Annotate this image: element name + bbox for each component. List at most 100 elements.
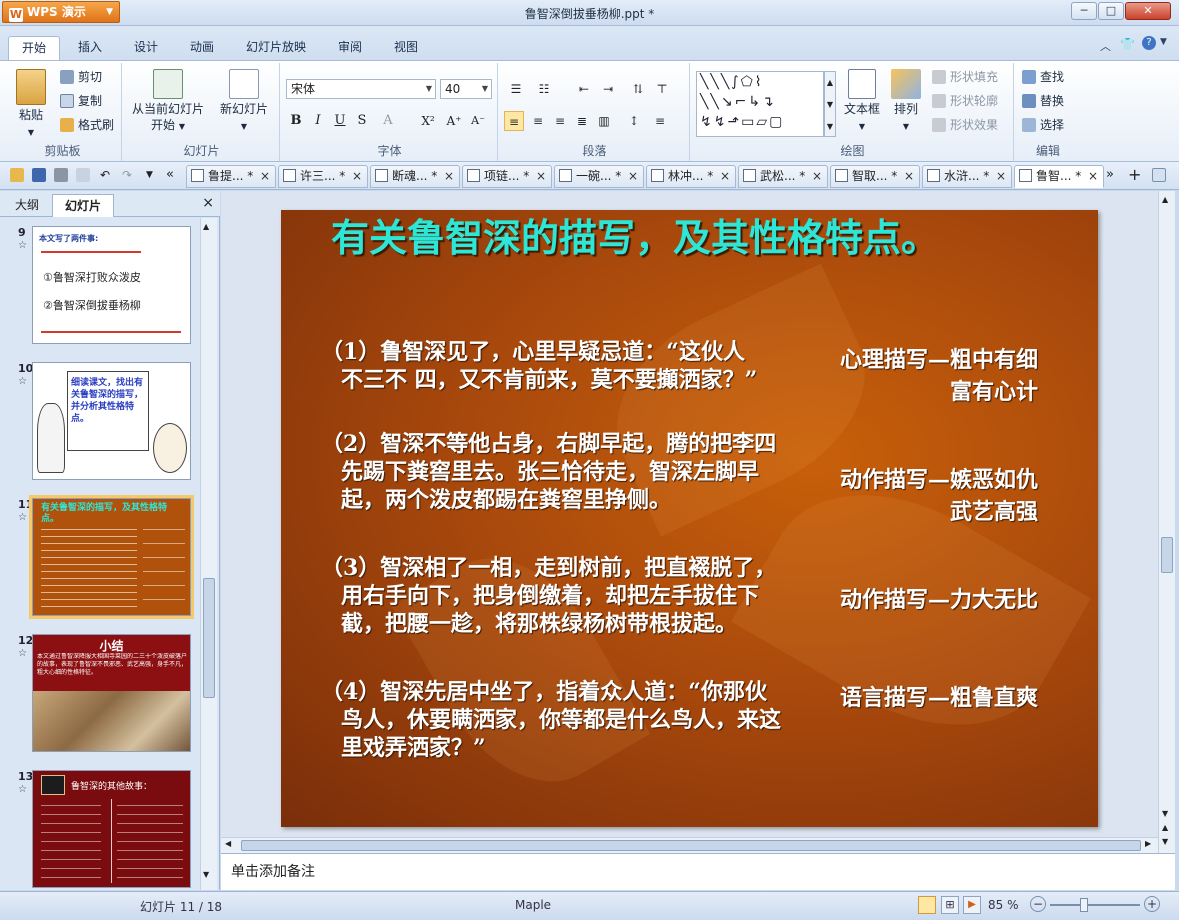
close-button[interactable]: ✕ xyxy=(1125,2,1171,20)
bold-button[interactable]: B xyxy=(286,111,306,131)
shape-outline-button[interactable]: 形状轮廓 xyxy=(932,91,998,111)
slide-thumbnail[interactable]: 细读课文，找出有关鲁智深的描写，并分析其性格特点。 xyxy=(32,362,191,480)
help-dropdown-icon[interactable]: ▼ xyxy=(1160,37,1167,47)
decrease-indent-icon[interactable]: ⇤ xyxy=(574,79,594,99)
save-icon[interactable] xyxy=(32,168,46,182)
grow-font-button[interactable]: A⁺ xyxy=(444,111,464,131)
previous-slide-icon[interactable]: ▲ xyxy=(1162,823,1168,832)
close-icon[interactable]: × xyxy=(904,166,914,187)
slide-paragraph[interactable]: （4）智深先居中坐了，指着众人道：“你那伙鸟人，休要瞒洒家，你等都是什么鸟人，来… xyxy=(321,678,781,762)
play-from-current-button[interactable]: 从当前幻灯片 开始 ▼ xyxy=(128,69,208,135)
distribute-icon[interactable]: ▥ xyxy=(594,111,614,131)
shrink-font-button[interactable]: A⁻ xyxy=(468,111,488,131)
minimize-button[interactable]: ─ xyxy=(1071,2,1097,20)
tab-animation[interactable]: 动画 xyxy=(178,36,226,60)
notes-pane[interactable]: 单击添加备注 xyxy=(221,853,1175,890)
scroll-thumb[interactable] xyxy=(241,840,1141,851)
slideshow-play-icon[interactable]: ▶ xyxy=(963,896,981,914)
replace-button[interactable]: 替换 xyxy=(1022,91,1064,111)
align-right-icon[interactable]: ≡ xyxy=(550,111,570,131)
doc-tab[interactable]: 项链... * × xyxy=(462,165,552,188)
scroll-thumb[interactable] xyxy=(203,578,215,698)
shapes-gallery-scroll[interactable]: ▲ ▼ ▼ xyxy=(824,71,836,137)
close-icon[interactable]: × xyxy=(1088,166,1098,187)
justify-icon[interactable]: ≣ xyxy=(572,111,592,131)
skin-icon[interactable]: 👕 xyxy=(1120,37,1135,51)
description-note[interactable]: 动作描写—力大无比 xyxy=(738,584,1038,616)
description-note[interactable]: 心理描写—粗中有细 富有心计 xyxy=(738,344,1038,408)
tab-slideshow[interactable]: 幻灯片放映 xyxy=(236,36,316,60)
new-tab-icon[interactable]: + xyxy=(1128,167,1142,183)
arrange-button[interactable]: 排列 ▼ xyxy=(886,69,926,135)
paste-button[interactable]: 粘贴 ▼ xyxy=(10,69,52,141)
slide-thumbnail[interactable]: 鲁智深的其他故事： xyxy=(32,770,191,888)
slide-paragraph[interactable]: （2）智深不等他占身，右脚早起，腾的把李四先踢下粪窖里去。张三恰待走，智深左脚早… xyxy=(321,430,781,514)
redo-icon[interactable]: ↷ xyxy=(122,168,136,182)
underline-button[interactable]: U xyxy=(330,111,350,131)
close-icon[interactable]: × xyxy=(996,166,1006,187)
scroll-thumb[interactable] xyxy=(1161,537,1173,573)
tabs-scroll-left-icon[interactable]: « xyxy=(166,168,180,182)
slide-paragraph[interactable]: （3）智深相了一相，走到树前，把直裰脱了，用右手向下，把身倒缴着，却把左手拔住下… xyxy=(321,554,781,638)
paragraph-spacing-icon[interactable]: ≡ xyxy=(650,111,670,131)
window-list-icon[interactable] xyxy=(1152,168,1166,182)
line-spacing-icon[interactable]: ↕ xyxy=(624,111,644,131)
font-color-button[interactable]: A xyxy=(378,111,398,131)
vertical-scrollbar[interactable]: ▲ ▼ ▲ ▼ xyxy=(1158,191,1175,853)
tab-outline[interactable]: 大纲 xyxy=(4,194,50,217)
tabs-scroll-right-icon[interactable]: » xyxy=(1106,168,1120,182)
scroll-up-icon[interactable]: ▲ xyxy=(1162,195,1168,204)
new-slide-button[interactable]: 新幻灯片 ▼ xyxy=(214,69,274,135)
slide-sorter-icon[interactable]: ⊞ xyxy=(941,896,959,914)
description-note[interactable]: 动作描写—嫉恶如仇 武艺高强 xyxy=(738,464,1038,528)
bullets-icon[interactable]: ☰ xyxy=(506,79,526,99)
find-button[interactable]: 查找 xyxy=(1022,67,1064,87)
tab-view[interactable]: 视图 xyxy=(382,36,430,60)
close-icon[interactable]: × xyxy=(812,166,822,187)
undo-icon[interactable]: ↶ xyxy=(100,168,114,182)
zoom-slider-handle[interactable] xyxy=(1080,898,1088,912)
quick-access-menu-icon[interactable]: ▼ xyxy=(146,168,160,182)
doc-tab[interactable]: 一碗... * × xyxy=(554,165,644,188)
close-icon[interactable]: × xyxy=(352,166,362,187)
next-slide-icon[interactable]: ▼ xyxy=(1162,837,1168,846)
help-icon[interactable]: ? xyxy=(1142,36,1156,50)
slide-title[interactable]: 有关鲁智深的描写，及其性格特点。 xyxy=(331,213,1021,263)
close-icon[interactable]: × xyxy=(720,166,730,187)
doc-tab[interactable]: 鲁提... * × xyxy=(186,165,276,188)
scroll-down-icon[interactable]: ▼ xyxy=(203,870,209,879)
italic-button[interactable]: I xyxy=(308,111,328,131)
shadow-button[interactable]: S xyxy=(352,111,372,131)
close-icon[interactable]: × xyxy=(202,195,214,211)
align-text-icon[interactable]: ⊤ xyxy=(652,79,672,99)
print-icon[interactable] xyxy=(54,168,68,182)
doc-tab[interactable]: 断魂... * × xyxy=(370,165,460,188)
slide-paragraph[interactable]: （1）鲁智深见了，心里早疑忌道：“这伙人不三不 四，又不肯前来，莫不要攧洒家？” xyxy=(321,338,766,394)
tab-design[interactable]: 设计 xyxy=(122,36,170,60)
tab-home[interactable]: 开始 xyxy=(8,36,60,60)
scroll-up-icon[interactable]: ▲ xyxy=(203,222,209,231)
zoom-out-icon[interactable]: − xyxy=(1030,896,1046,912)
superscript-button[interactable]: X² xyxy=(418,111,438,131)
thumbnail-scrollbar[interactable]: ▲ ▼ xyxy=(200,218,217,890)
cut-button[interactable]: 剪切 xyxy=(60,67,102,87)
slide-canvas[interactable]: 有关鲁智深的描写，及其性格特点。 （1）鲁智深见了，心里早疑忌道：“这伙人不三不… xyxy=(281,210,1098,827)
numbering-icon[interactable]: ☷ xyxy=(534,79,554,99)
doc-tab[interactable]: 智取... * × xyxy=(830,165,920,188)
slide-thumbnail[interactable]: 本文写了两件事: ①鲁智深打败众泼皮 ②鲁智深倒拔垂杨柳 xyxy=(32,226,191,344)
align-center-icon[interactable]: ≡ xyxy=(528,111,548,131)
doc-tab[interactable]: 水浒... * × xyxy=(922,165,1012,188)
slide-thumbnail[interactable]: 小结 本文通过鲁智深降服大相国寺菜园的二三十个泼皮破落户的故事，表现了鲁智深不畏… xyxy=(32,634,191,752)
scroll-down-icon[interactable]: ▼ xyxy=(1162,809,1168,818)
close-icon[interactable]: × xyxy=(444,166,454,187)
close-icon[interactable]: × xyxy=(536,166,546,187)
zoom-slider[interactable] xyxy=(1050,904,1140,906)
ribbon-collapse-icon[interactable]: ︿ xyxy=(1100,38,1111,54)
shape-effect-button[interactable]: 形状效果 xyxy=(932,115,998,135)
font-size-select[interactable]: 40 ▼ xyxy=(440,79,492,99)
normal-view-icon[interactable] xyxy=(918,896,936,914)
scroll-right-icon[interactable]: ▶ xyxy=(1145,839,1151,848)
copy-button[interactable]: 复制 xyxy=(60,91,102,111)
print-preview-icon[interactable] xyxy=(76,168,90,182)
tab-review[interactable]: 审阅 xyxy=(326,36,374,60)
